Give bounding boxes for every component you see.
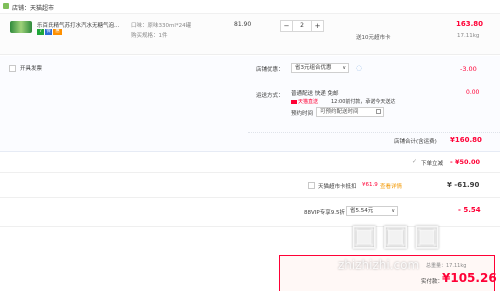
coupon-row: ✓ 下单立减 - ¥50.00: [0, 152, 500, 173]
vip-select[interactable]: 省5.54元 ∨: [346, 206, 398, 216]
badge-promo-icon: 惠: [53, 29, 62, 35]
card-amount: ¥ -61.90: [447, 181, 480, 189]
total-weight: 总重量：17.11kg: [426, 263, 467, 269]
coupon-label: 下单立减: [421, 161, 444, 167]
card-checkbox[interactable]: [308, 182, 315, 189]
payable-label: 实付款：: [421, 279, 444, 285]
shop-icon: [3, 3, 9, 9]
card-row: 天猫超市卡抵扣 ¥61.9 查看详情 ¥ -61.90: [0, 174, 500, 198]
sku-flavor: 口味：原味330ml*24罐: [131, 23, 192, 29]
product-thumbnail[interactable]: [10, 21, 32, 33]
badge-guarantee-icon: 保: [45, 29, 52, 35]
vip-label: 88VIP专享9.5折: [304, 210, 345, 216]
shop-discount-label: 店铺优惠：: [256, 67, 284, 73]
delivery-truck-icon: [291, 99, 297, 104]
delivery-badge: 天猫直送: [291, 98, 318, 105]
invoice-checkbox[interactable]: [9, 65, 16, 72]
product-title[interactable]: 乐百氏精气苏打水汽水无糖气泡...: [37, 21, 137, 29]
delivery-label: 运送方式：: [256, 93, 284, 99]
promo-note: 送10元超市卡: [356, 35, 391, 41]
quantity-stepper[interactable]: − 2 +: [280, 20, 324, 32]
card-value-note: ¥61.9: [362, 182, 378, 188]
decrease-button[interactable]: −: [281, 21, 293, 31]
coupon-value: - ¥50.00: [450, 158, 481, 166]
store-total-value: ¥160.80: [450, 136, 482, 144]
shop-name[interactable]: 店铺：天猫超市: [12, 3, 54, 12]
cart-item-row: 乐百氏精气苏打水汽水无糖气泡... 7 保 惠 口味：原味330ml*24罐 购…: [0, 14, 500, 55]
chat-icon[interactable]: ◌: [356, 64, 362, 72]
vip-amount: - 5.54: [458, 206, 481, 214]
shop-discount-amount: -3.00: [460, 65, 477, 73]
sku-spec: 购买规格：1件: [131, 33, 168, 39]
chevron-down-icon: ∨: [391, 208, 395, 214]
invoice-label[interactable]: 开具发票: [20, 64, 42, 72]
delivery-badge-label: 天猫直送: [298, 99, 319, 105]
calendar-icon: [376, 109, 381, 114]
shop-header: 店铺：天猫超市: [0, 0, 500, 14]
store-total-label: 店铺合计(含运费): [394, 139, 437, 145]
card-label[interactable]: 天猫超市卡抵扣: [318, 182, 357, 190]
vip-select-value: 省5.54元: [350, 208, 374, 214]
shop-discount-select[interactable]: 省3元组合优惠 ∨: [291, 63, 349, 73]
payable-amount: 105.26: [450, 271, 497, 285]
delivery-fee: 0.00: [466, 89, 480, 96]
schedule-value: 可预约配送时间: [320, 109, 359, 115]
delivery-time: 12:00前付款，承诺今天送达: [331, 99, 396, 105]
payable-value: ¥105.26: [442, 271, 497, 285]
schedule-label: 预约时间: [291, 111, 314, 117]
quantity-input[interactable]: 2: [293, 21, 311, 31]
item-weight: 17.11kg: [457, 33, 480, 39]
shop-discount-value: 省3元组合优惠: [295, 65, 332, 71]
unit-price: 81.90: [234, 21, 252, 28]
delivery-text: 普通配送 快递 免邮: [291, 91, 339, 97]
check-icon: ✓: [412, 158, 418, 165]
chevron-down-icon: ∨: [342, 65, 346, 71]
badge-7day-icon: 7: [37, 29, 44, 35]
product-badges: 7 保 惠: [37, 29, 62, 35]
watermark-site: zhizhizhi.com: [338, 258, 420, 272]
increase-button[interactable]: +: [311, 21, 323, 31]
watermark-logo: ▣▣▣: [350, 218, 445, 253]
store-total-row: 店铺合计(含运费) ¥160.80: [248, 132, 500, 152]
item-subtotal: 163.80: [456, 20, 484, 28]
card-view-link[interactable]: 查看详情: [380, 182, 402, 190]
schedule-input[interactable]: 可预约配送时间: [316, 107, 384, 117]
